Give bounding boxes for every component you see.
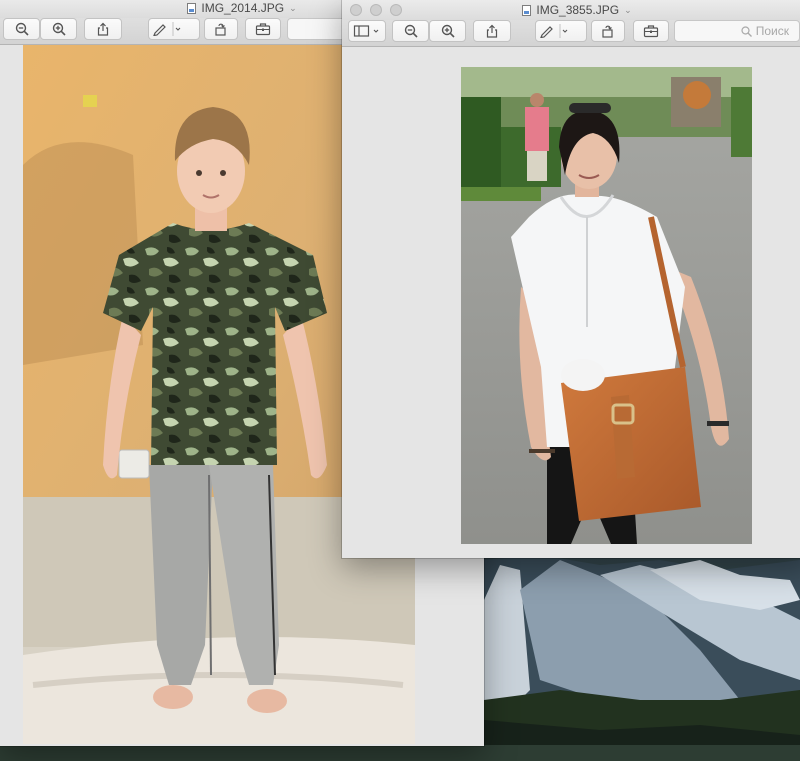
toolbox-icon <box>643 25 659 38</box>
zoom-out-button[interactable] <box>3 18 40 40</box>
window-titlebar[interactable]: IMG_3855.JPG ⌄ <box>342 0 800 20</box>
pen-markup-icon <box>540 24 568 38</box>
markup-button[interactable] <box>535 20 587 42</box>
zoom-out-icon <box>15 22 29 36</box>
toolbox-button[interactable] <box>245 18 281 40</box>
sidebar-toggle-button[interactable] <box>348 20 386 42</box>
share-icon <box>97 22 109 36</box>
chevron-down-icon[interactable]: ⌄ <box>289 3 297 14</box>
rotate-button[interactable] <box>591 20 625 42</box>
toolbox-button[interactable] <box>633 20 669 42</box>
window-toolbar: Поиск <box>342 20 800 47</box>
magnifier-icon <box>741 25 752 37</box>
toolbox-icon <box>255 23 271 36</box>
share-button[interactable] <box>84 18 122 40</box>
rotate-icon <box>602 25 613 38</box>
window-title: IMG_2014.JPG <box>201 1 285 15</box>
preview-window-img-3855: IMG_3855.JPG ⌄ Поиск <box>342 0 800 558</box>
markup-button[interactable] <box>148 18 200 40</box>
zoom-out-icon <box>404 24 418 38</box>
window-title: IMG_3855.JPG <box>536 3 620 17</box>
rotate-icon <box>215 23 226 36</box>
close-button[interactable] <box>350 4 362 16</box>
minimize-button[interactable] <box>370 4 382 16</box>
window-controls <box>350 4 402 16</box>
jpeg-document-icon <box>187 2 197 14</box>
zoom-in-icon <box>441 24 455 38</box>
zoom-in-button[interactable] <box>429 20 466 42</box>
pen-markup-icon <box>153 22 181 36</box>
search-field-partial[interactable] <box>287 18 347 40</box>
woman-photo <box>461 67 752 544</box>
rotate-button[interactable] <box>204 18 238 40</box>
search-placeholder: Поиск <box>755 24 789 38</box>
chevron-down-icon[interactable]: ⌄ <box>624 5 632 16</box>
share-button[interactable] <box>473 20 511 42</box>
zoom-window-button[interactable] <box>390 4 402 16</box>
jpeg-document-icon <box>522 4 532 16</box>
woman-with-brown-bag-photo-art <box>461 67 752 544</box>
sidebar-icon <box>353 25 379 37</box>
zoom-out-button[interactable] <box>392 20 429 42</box>
zoom-in-icon <box>52 22 66 36</box>
image-viewport <box>342 47 800 558</box>
share-icon <box>486 24 498 38</box>
zoom-in-button[interactable] <box>40 18 77 40</box>
search-field[interactable]: Поиск <box>674 20 800 42</box>
